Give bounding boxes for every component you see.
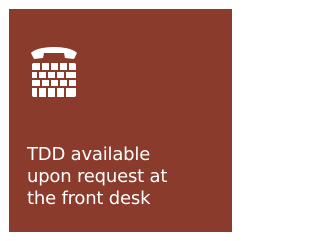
caption-line-3: the front desk	[27, 188, 151, 209]
caption-line-2: upon request at	[27, 166, 168, 187]
caption-line-1: TDD available	[27, 144, 151, 165]
tdd-phone-keyboard-icon	[31, 47, 77, 97]
tdd-caption: TDD available upon request at the front …	[27, 144, 227, 210]
tdd-sign: TDD available upon request at the front …	[9, 9, 232, 232]
